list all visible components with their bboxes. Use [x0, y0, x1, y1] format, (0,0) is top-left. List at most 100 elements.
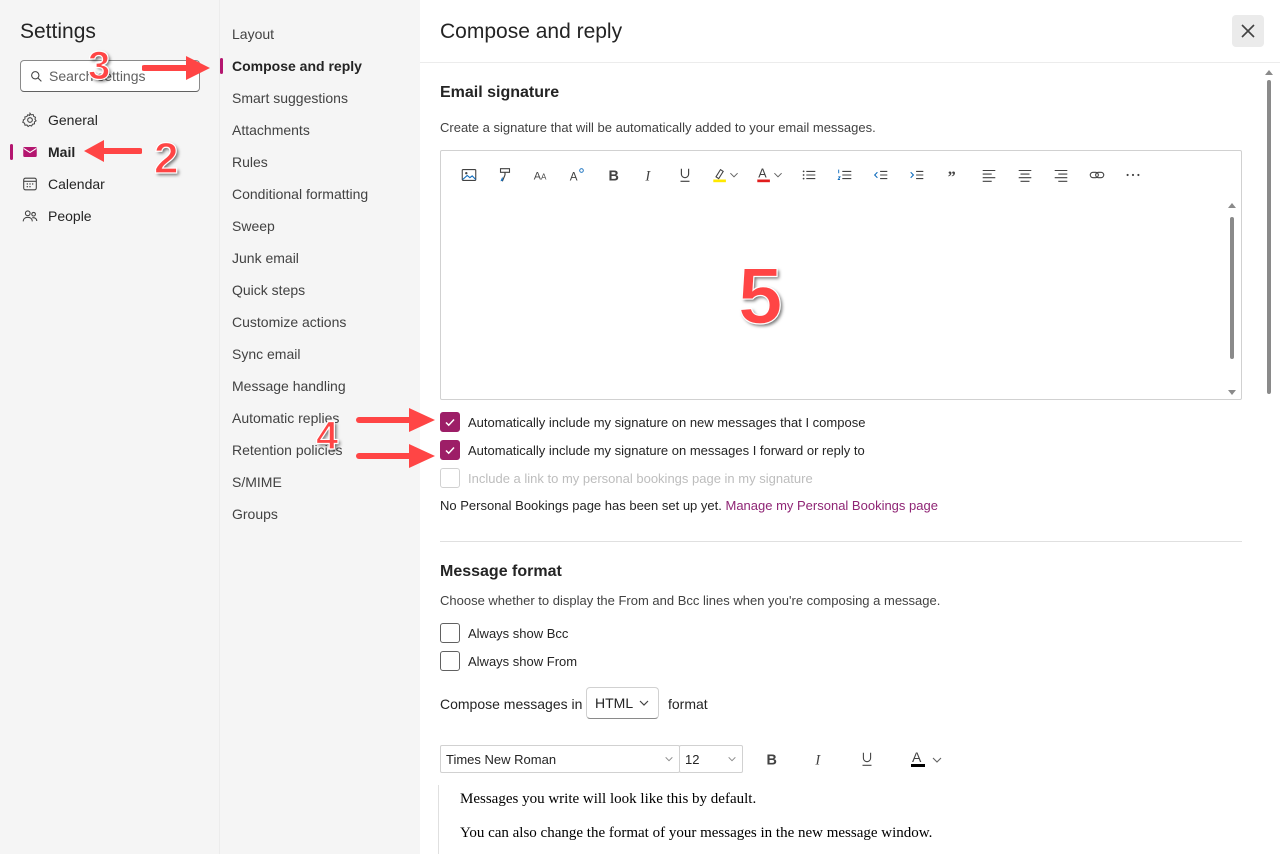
bold-icon: B	[767, 752, 777, 768]
default-italic-button[interactable]: I	[803, 745, 835, 773]
search-input[interactable]	[49, 68, 189, 84]
subnav-smart-suggestions[interactable]: Smart suggestions	[220, 82, 420, 114]
font-size-button[interactable]: AA	[523, 161, 559, 189]
nav-item-label: General	[48, 112, 98, 128]
default-bold-button[interactable]: B	[755, 745, 787, 773]
subnav-attachments[interactable]: Attachments	[220, 114, 420, 146]
align-center-button[interactable]	[1007, 161, 1043, 189]
compose-format-dropdown[interactable]: HTML	[586, 687, 659, 719]
subnav-compose-and-reply[interactable]: Compose and reply	[220, 50, 420, 82]
subnav-groups[interactable]: Groups	[220, 498, 420, 530]
scroll-thumb[interactable]	[1267, 80, 1271, 394]
subnav-sync-email[interactable]: Sync email	[220, 338, 420, 370]
subnav-layout[interactable]: Layout	[220, 18, 420, 50]
nav-item-people[interactable]: People	[0, 200, 219, 232]
subnav-automatic-replies[interactable]: Automatic replies	[220, 402, 420, 434]
insert-link-button[interactable]	[1079, 161, 1115, 189]
subnav-conditional-formatting[interactable]: Conditional formatting	[220, 178, 420, 210]
format-painter-button[interactable]	[487, 161, 523, 189]
nav-item-general[interactable]: General	[0, 104, 219, 136]
more-options-button[interactable]	[1115, 161, 1151, 189]
calendar-icon	[23, 177, 37, 191]
svg-text:A: A	[758, 167, 767, 181]
quote-button[interactable]: ”	[935, 161, 971, 189]
scroll-up-icon[interactable]	[1265, 70, 1273, 75]
checkbox-box[interactable]	[440, 412, 460, 432]
svg-text:I: I	[644, 168, 651, 184]
increase-indent-button[interactable]	[899, 161, 935, 189]
align-left-button[interactable]	[971, 161, 1007, 189]
signature-text-area[interactable]	[445, 197, 1221, 395]
bold-icon: B	[609, 168, 619, 184]
align-right-button[interactable]	[1043, 161, 1079, 189]
nav-item-mail[interactable]: Mail	[0, 136, 219, 168]
svg-text:A: A	[912, 749, 922, 765]
default-font-color-button[interactable]: A	[902, 745, 946, 773]
auto-signature-new-checkbox[interactable]: Automatically include my signature on ne…	[440, 412, 865, 432]
svg-text:B: B	[767, 752, 777, 768]
always-show-bcc-checkbox[interactable]: Always show Bcc	[440, 623, 568, 643]
font-size-dropdown[interactable]: 12	[679, 745, 743, 773]
page-title: Compose and reply	[440, 20, 623, 43]
checkbox-label: Include a link to my personal bookings p…	[468, 470, 813, 486]
panel-scrollbar[interactable]	[1265, 70, 1273, 850]
scroll-down-icon[interactable]	[1228, 390, 1236, 395]
compose-reply-panel: Compose and reply Email signature Create…	[420, 0, 1280, 854]
default-underline-button[interactable]	[851, 745, 883, 773]
svg-text:A: A	[570, 170, 578, 183]
format-painter-icon	[499, 168, 511, 182]
people-icon	[22, 210, 38, 222]
superscript-button[interactable]: A	[559, 161, 595, 189]
header-divider	[420, 62, 1280, 63]
checkbox-box[interactable]	[440, 440, 460, 460]
font-color-button[interactable]: A	[747, 161, 791, 189]
link-icon	[1089, 171, 1105, 179]
subnav-smime[interactable]: S/MIME	[220, 466, 420, 498]
insert-image-button[interactable]	[451, 161, 487, 189]
close-icon	[1241, 24, 1255, 38]
checkbox-label: Automatically include my signature on ne…	[468, 414, 866, 430]
italic-button[interactable]: I	[631, 161, 667, 189]
always-show-from-checkbox[interactable]: Always show From	[440, 651, 577, 671]
nav-item-label: Mail	[48, 144, 76, 160]
svg-text:A: A	[541, 173, 547, 182]
subnav-label: Compose and reply	[232, 58, 362, 74]
auto-signature-reply-checkbox[interactable]: Automatically include my signature on me…	[440, 440, 865, 460]
font-family-dropdown[interactable]: Times New Roman	[440, 745, 680, 773]
underline-button[interactable]	[667, 161, 703, 189]
scroll-up-icon[interactable]	[1228, 203, 1236, 208]
underline-icon	[862, 752, 872, 766]
scroll-thumb[interactable]	[1230, 217, 1234, 359]
subnav-junk-email[interactable]: Junk email	[220, 242, 420, 274]
checkmark-icon	[445, 446, 455, 455]
dropdown-value: 12	[685, 751, 700, 767]
editor-scrollbar[interactable]	[1227, 203, 1237, 395]
bold-button[interactable]: B	[595, 161, 631, 189]
numbered-list-button[interactable]	[827, 161, 863, 189]
close-button[interactable]	[1232, 15, 1264, 47]
checkbox-label: Automatically include my signature on me…	[468, 442, 865, 458]
nav-item-calendar[interactable]: Calendar	[0, 168, 219, 200]
decrease-indent-button[interactable]	[863, 161, 899, 189]
mail-settings-nav: Layout Compose and reply Smart suggestio…	[220, 0, 420, 854]
settings-title: Settings	[20, 20, 96, 43]
italic-icon: I	[814, 752, 821, 768]
subnav-retention-policies[interactable]: Retention policies	[220, 434, 420, 466]
checkbox-label: Always show From	[468, 653, 578, 669]
bullet-list-button[interactable]	[791, 161, 827, 189]
signature-editor[interactable]: AA A B I A ”	[440, 150, 1242, 400]
superscript-icon: A	[570, 168, 584, 183]
subnav-customize-actions[interactable]: Customize actions	[220, 306, 420, 338]
signature-toolbar: AA A B I A ”	[451, 161, 1151, 189]
search-box[interactable]	[20, 60, 200, 92]
highlight-button[interactable]	[703, 161, 747, 189]
subnav-sweep[interactable]: Sweep	[220, 210, 420, 242]
subnav-quick-steps[interactable]: Quick steps	[220, 274, 420, 306]
checkbox-box[interactable]	[440, 623, 460, 643]
bookings-note: No Personal Bookings page has been set u…	[440, 498, 938, 513]
search-icon	[31, 70, 42, 82]
manage-bookings-link[interactable]: Manage my Personal Bookings page	[725, 498, 937, 513]
subnav-message-handling[interactable]: Message handling	[220, 370, 420, 402]
subnav-rules[interactable]: Rules	[220, 146, 420, 178]
checkbox-box[interactable]	[440, 651, 460, 671]
